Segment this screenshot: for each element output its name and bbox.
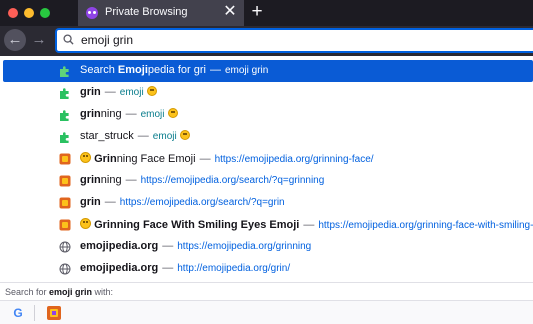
result-url: https://emojipedia.org/grinning-face/ (214, 154, 374, 165)
back-button[interactable]: ← (4, 29, 26, 51)
result-row[interactable]: grinning — emoji (3, 104, 533, 126)
result-title-match: Grin (94, 153, 117, 165)
emojipedia-favicon[interactable] (46, 305, 62, 321)
result-url: https://emojipedia.org/grinning-face-wit… (318, 220, 533, 231)
nav-toolbar: ← → (0, 26, 533, 56)
grinning-emoji-icon (80, 152, 91, 163)
result-row[interactable]: grin — emoji (3, 82, 533, 104)
result-action: emoji (140, 109, 165, 120)
result-action: emoji (152, 131, 177, 142)
result-row[interactable]: emojipedia.org — http://emojipedia.org/gri… (3, 258, 533, 280)
emojipedia-favicon (59, 197, 71, 209)
result-prefix: Search (80, 64, 118, 76)
divider (34, 305, 35, 321)
result-title: ning (100, 108, 122, 120)
result-title-match: emojipedia (80, 240, 138, 252)
emojipedia-favicon (59, 153, 71, 165)
result-title-match: grin (80, 196, 101, 208)
window-close-button[interactable] (8, 8, 18, 18)
result-url: https://emojipedia.org/search/?q=grin (119, 197, 285, 208)
emojipedia-favicon (59, 219, 71, 231)
result-title: .org (137, 240, 159, 252)
globe-icon (59, 263, 71, 275)
result-row[interactable]: Grinning Face Emoji — https://emojipedia.o… (3, 148, 533, 170)
result-action: emoji grin (224, 65, 269, 76)
extension-icon (60, 66, 69, 77)
extension-icon (60, 88, 69, 99)
url-input[interactable] (81, 31, 501, 49)
result-title-match: Grin (94, 219, 117, 231)
result-title: ning (100, 174, 122, 186)
result-row[interactable]: grin — https://emojipedia.org/search/?q=gr… (3, 192, 533, 214)
result-row[interactable]: star_struck — emoji (3, 126, 533, 148)
divider (0, 282, 533, 283)
result-title: pedia for gri (147, 64, 206, 76)
result-action: emoji (119, 87, 144, 98)
result-title-match: grin (80, 108, 101, 120)
result-url: http://emojipedia.org/grin/ (177, 263, 291, 274)
result-title: ning Face With Smiling Eyes Emoji (116, 219, 300, 231)
urlbar-results-panel: Search Emojipedia for gri — emoji grin gri… (0, 56, 533, 324)
tab-private-browsing[interactable]: Private Browsing ✕ (78, 0, 244, 26)
result-title: ning Face Emoji (116, 153, 196, 165)
one-off-search-buttons: G (0, 300, 533, 324)
window-zoom-button[interactable] (40, 8, 50, 18)
window-minimize-button[interactable] (24, 8, 34, 18)
grin-emoji-icon (146, 86, 157, 96)
result-row[interactable]: emojipedia.org — https://emojipedia.org/gr… (3, 236, 533, 258)
result-title: star_struck (80, 130, 134, 142)
close-icon[interactable]: ✕ (222, 3, 238, 21)
tab-strip: Private Browsing ✕ + (0, 0, 533, 26)
forward-button[interactable]: → (28, 29, 50, 51)
globe-icon (59, 241, 71, 253)
star-struck-emoji-icon (179, 130, 190, 140)
tab-title: Private Browsing (105, 6, 188, 18)
emojipedia-favicon (59, 175, 71, 187)
grinning-emoji-icon (167, 108, 178, 118)
url-bar[interactable] (55, 28, 533, 53)
result-row[interactable]: grinning — https://emojipedia.org/search/?… (3, 170, 533, 192)
new-tab-button[interactable]: + (247, 1, 267, 23)
result-url: https://emojipedia.org/search/?q=grinnin… (140, 175, 325, 186)
google-icon[interactable]: G (10, 305, 26, 321)
result-title-match: grin (80, 86, 101, 98)
result-title-match: emojipedia (80, 262, 138, 274)
result-url: https://emojipedia.org/grinning (177, 241, 312, 252)
result-title-match: grin (80, 174, 101, 186)
grin-emoji-icon (80, 218, 91, 229)
result-row[interactable]: Search Emojipedia for gri — emoji grin (3, 60, 533, 82)
extension-icon (60, 132, 69, 143)
private-browsing-icon (86, 7, 98, 19)
extension-icon (60, 110, 69, 121)
result-title: .org (137, 262, 159, 274)
search-icon (63, 34, 74, 45)
one-off-search-label: Search for emoji grin with: (5, 287, 114, 297)
result-row[interactable]: Grinning Face With Smiling Eyes Emoji — ht… (3, 214, 533, 236)
result-title-match: Emoji (117, 64, 148, 76)
